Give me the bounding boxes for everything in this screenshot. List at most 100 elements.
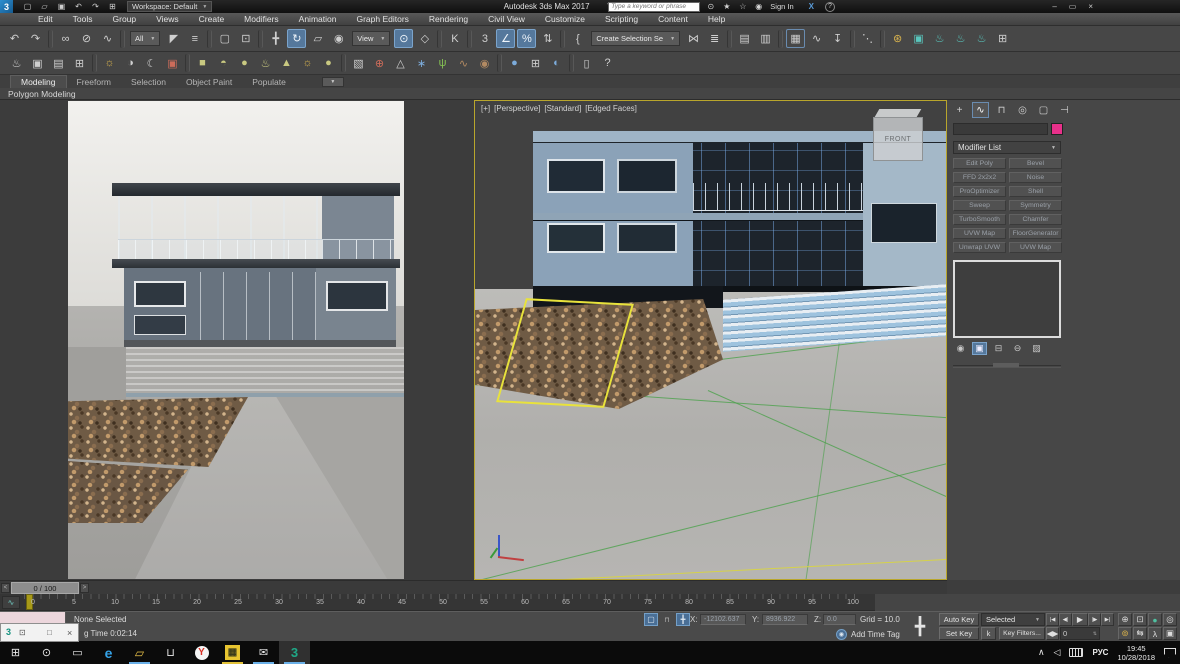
select-and-move-icon[interactable]: ╋ — [266, 29, 285, 48]
menu-item[interactable]: Modifiers — [234, 13, 288, 26]
clock[interactable]: 19:45 10/28/2018 — [1117, 644, 1155, 662]
workspace-dropdown[interactable]: Workspace: Default ▼ — [127, 1, 212, 12]
ribbon-tab[interactable]: Selection — [121, 75, 176, 88]
zoom-region-icon[interactable]: ⊡ — [1133, 613, 1147, 626]
new-file-icon[interactable]: ▢ — [21, 1, 34, 12]
orbit-icon[interactable]: ◎ — [1163, 613, 1177, 626]
hair-icon[interactable]: ∿ — [454, 54, 473, 73]
mirror-icon[interactable]: ⋈ — [684, 29, 703, 48]
menu-item[interactable]: Tools — [63, 13, 103, 26]
dome-primitive-icon[interactable]: ◓ — [214, 54, 233, 73]
material-editor-icon[interactable]: ⊛ — [888, 29, 907, 48]
ribbon-tab[interactable]: Populate — [242, 75, 296, 88]
modifier-button[interactable]: FFD 2x2x2 — [953, 172, 1006, 183]
angle-snap-icon[interactable]: ∠ — [496, 29, 515, 48]
current-frame-field[interactable]: 0 ⇅ — [1060, 627, 1100, 640]
app-yellow-icon[interactable]: ▦ — [217, 641, 248, 664]
task-view-button[interactable]: ▭ — [62, 641, 93, 664]
community-icon[interactable]: ★ — [721, 1, 732, 12]
lattice-icon[interactable]: △ — [391, 54, 410, 73]
search-icon[interactable]: ⊙ — [705, 1, 716, 12]
clipboard-icon[interactable]: ⊞ — [526, 54, 545, 73]
menu-item[interactable]: Create — [189, 13, 235, 26]
zoom-extents-icon[interactable]: ● — [1148, 613, 1162, 626]
toggle-layer-explorer-icon[interactable]: ▥ — [756, 29, 775, 48]
modifier-button[interactable]: ProOptimizer — [953, 186, 1006, 197]
scatter-flower-icon[interactable]: ∗ — [412, 54, 431, 73]
sign-in-link[interactable]: Sign In — [770, 2, 793, 11]
redo-icon[interactable]: ↷ — [26, 29, 45, 48]
edit-named-selection-sets-icon[interactable]: { — [568, 29, 587, 48]
undo-icon[interactable]: ↶ — [5, 29, 24, 48]
grass-icon[interactable]: ψ — [433, 54, 452, 73]
save-file-icon[interactable]: ▣ — [55, 1, 68, 12]
image-icon[interactable]: ▣ — [28, 54, 47, 73]
viewport-edgedfaces-label[interactable]: [Edged Faces] — [585, 104, 637, 113]
set-key-button[interactable]: Set Key — [939, 627, 979, 640]
language-indicator[interactable]: РУС — [1092, 648, 1108, 657]
align-icon[interactable]: ≣ — [705, 29, 724, 48]
speaker-icon[interactable]: ◁ — [1054, 647, 1061, 658]
go-to-start-button[interactable]: |◀ — [1046, 613, 1059, 626]
select-and-scale-icon[interactable]: ▱ — [308, 29, 327, 48]
search-input[interactable] — [608, 2, 700, 12]
pin-stack-icon[interactable]: ◉ — [953, 342, 968, 355]
use-pivot-center-icon[interactable]: ⊙ — [394, 29, 413, 48]
minimize-button[interactable]: – — [1052, 2, 1056, 11]
viewcube[interactable]: FRONT — [873, 117, 923, 161]
perspective-viewport[interactable]: FRONT [+][Perspective][Standard][Edged F… — [474, 100, 947, 580]
rock-icon[interactable]: ◉ — [475, 54, 494, 73]
key-set-dropdown[interactable]: Selected ▼ — [981, 613, 1045, 626]
create-tab[interactable]: + — [951, 102, 968, 118]
menu-item[interactable]: Edit — [28, 13, 63, 26]
select-object-icon[interactable]: ◤ — [164, 29, 183, 48]
cone-primitive-icon[interactable]: ▲ — [277, 54, 296, 73]
key-mode-toggle-button[interactable]: ◀▶ — [1046, 627, 1059, 640]
open-file-icon[interactable]: ▱ — [38, 1, 51, 12]
panel-resize-grip[interactable] — [993, 363, 1019, 367]
select-and-manipulate-icon[interactable]: ◇ — [415, 29, 434, 48]
favorites-icon[interactable]: ☆ — [737, 1, 748, 12]
modifier-button[interactable]: Unwrap UVW — [953, 242, 1006, 253]
x-coordinate-field[interactable]: -12102.637 — [700, 614, 746, 625]
state-sets-icon[interactable]: ⊞ — [993, 29, 1012, 48]
render-teapot-icon[interactable]: ♨ — [7, 54, 26, 73]
menu-item[interactable]: Animation — [289, 13, 347, 26]
modifier-button[interactable]: Shell — [1009, 186, 1062, 197]
utilities-tab[interactable]: ⊣ — [1056, 102, 1073, 118]
configure-modifier-sets-icon[interactable]: ▨ — [1029, 342, 1044, 355]
menu-item[interactable]: Rendering — [419, 13, 478, 26]
modifier-button[interactable]: Noise — [1009, 172, 1062, 183]
file-explorer-icon[interactable]: ▱ — [124, 641, 155, 664]
molecule-icon[interactable]: ⊕ — [370, 54, 389, 73]
camera-icon[interactable]: ▣ — [163, 54, 182, 73]
3dsmax-taskbar-icon[interactable]: 3 — [279, 641, 310, 664]
snaps-toggle-3d-icon[interactable]: 3 — [475, 29, 494, 48]
undo-icon[interactable]: ↶ — [72, 1, 85, 12]
layout-panel-icon[interactable]: ▤ — [49, 54, 68, 73]
modifier-button[interactable]: Symmetry — [1009, 200, 1062, 211]
object-color-swatch[interactable] — [1051, 123, 1063, 135]
rendered-frame-window-icon[interactable]: ♨ — [930, 29, 949, 48]
mail-icon[interactable]: ✉ — [248, 641, 279, 664]
ribbon-options-dropdown[interactable]: ▼ — [322, 77, 344, 87]
pan-icon[interactable]: ⇆ — [1133, 627, 1147, 640]
select-and-link-icon[interactable]: ∞ — [56, 29, 75, 48]
help-icon[interactable]: ? — [598, 54, 617, 73]
rectangular-selection-region-icon[interactable]: ▢ — [215, 29, 234, 48]
show-end-result-icon[interactable]: ▣ — [972, 342, 987, 355]
light-icon[interactable]: ☼ — [100, 54, 119, 73]
search-button[interactable]: ⊙ — [31, 641, 62, 664]
modifier-button[interactable]: Edit Poly — [953, 158, 1006, 169]
close-icon[interactable]: × — [67, 628, 72, 638]
viewport-pov-label[interactable]: [Perspective] — [494, 104, 540, 113]
modifier-stack[interactable] — [953, 260, 1061, 338]
modifier-button[interactable]: FloorGenerator — [1009, 228, 1062, 239]
previous-frame-arrow[interactable]: < — [1, 583, 10, 593]
maximize-icon[interactable]: □ — [47, 628, 52, 637]
motion-tab[interactable]: ◎ — [1014, 102, 1031, 118]
spinner-arrows-icon[interactable]: ⇅ — [1093, 631, 1097, 637]
ribbon-tab[interactable]: Object Paint — [176, 75, 242, 88]
modifier-button[interactable]: Bevel — [1009, 158, 1062, 169]
reference-coordinate-dropdown[interactable]: View ▼ — [352, 31, 390, 46]
